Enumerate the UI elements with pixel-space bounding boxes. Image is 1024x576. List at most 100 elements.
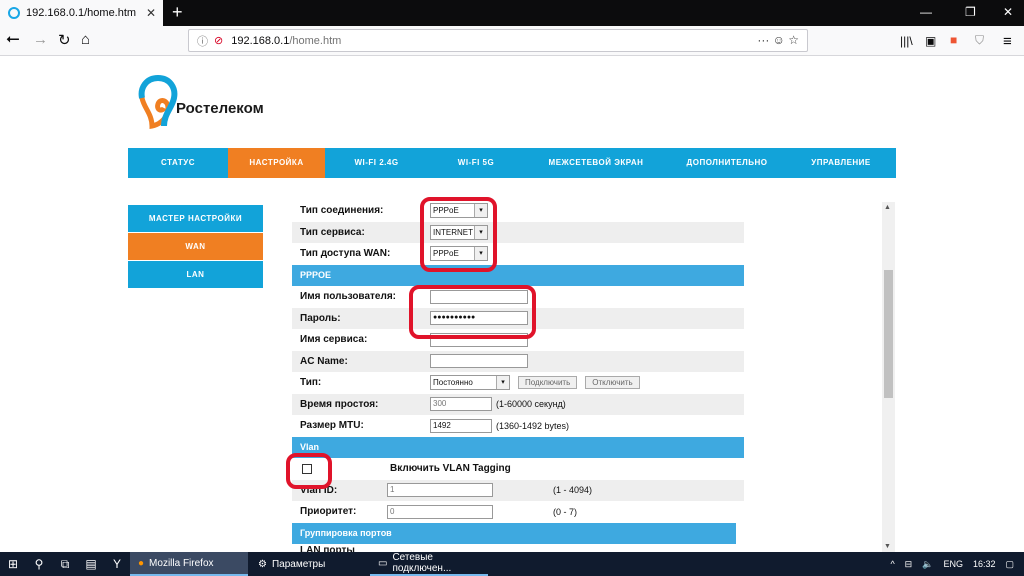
priority-label: Приоритет:	[300, 506, 357, 518]
bookmark-icon[interactable]: ■	[950, 33, 957, 47]
minimize-icon[interactable]: —	[920, 5, 932, 19]
gear-icon: ⚙	[258, 558, 267, 570]
brand-name: Ростелеком	[176, 100, 264, 117]
network-tray-icon[interactable]: ⊟	[905, 559, 913, 570]
close-window-icon[interactable]: ✕	[1003, 5, 1013, 19]
vlan-id-field[interactable]: 1	[387, 483, 493, 498]
volume-icon[interactable]: 🔈	[922, 559, 933, 570]
sidebar-icon[interactable]: ▣	[925, 34, 936, 48]
row-ac-name: AC Name:	[292, 350, 744, 372]
chevron-down-icon: ▾	[496, 376, 509, 390]
home-icon[interactable]: ⌂	[81, 31, 90, 48]
vlan-enable-label: Включить VLAN Tagging	[390, 463, 511, 475]
url-host: 192.168.0.1	[231, 34, 290, 47]
info-icon[interactable]: ⓘ	[197, 33, 208, 49]
task-view-icon[interactable]: ⧉	[52, 557, 78, 572]
ac-name-field[interactable]	[430, 354, 528, 369]
idle-time-hint: (1-60000 секунд)	[496, 399, 566, 410]
clock[interactable]: 16:32	[973, 559, 996, 569]
highlight-connection-settings	[420, 197, 497, 272]
back-icon[interactable]: ⭠	[6, 29, 20, 49]
tab-advanced[interactable]: ДОПОЛНИТЕЛЬНО	[668, 148, 786, 178]
taskbar: ⊞ ⚲ ⧉ ▤ Y ● Mozilla Firefox ⚙ Параметры ▭ С…	[0, 552, 1024, 576]
taskbar-app-network[interactable]: ▭ Сетевые подключен...	[370, 552, 488, 576]
chevron-up-icon[interactable]: ^	[890, 559, 894, 569]
row-type: Тип: Постоянно ▾ Подключить Отключить	[292, 372, 744, 394]
wan-form: Тип соединения: PPPoE ▾ Тип сервиса: INTE…	[292, 200, 744, 556]
side-nav: МАСТЕР НАСТРОЙКИ WAN LAN	[128, 205, 263, 289]
yandex-icon[interactable]: Y	[104, 557, 130, 571]
service-name-label: Имя сервиса:	[300, 334, 368, 346]
scroll-thumb[interactable]	[884, 270, 893, 398]
scroll-down-icon[interactable]: ▼	[884, 543, 891, 550]
row-vlan-id: Vlan ID: 1 (1 - 4094)	[292, 479, 744, 501]
language-indicator[interactable]: ENG	[943, 559, 963, 569]
row-mtu: Размер MTU: 1492 (1360-1492 bytes)	[292, 415, 744, 437]
highlight-credentials	[409, 285, 536, 339]
mtu-field[interactable]: 1492	[430, 418, 492, 433]
taskbar-app-label: Сетевые подключен...	[392, 552, 452, 574]
sidebar-item-wan[interactable]: WAN	[128, 233, 263, 260]
reload-icon[interactable]: ↻	[58, 31, 71, 49]
idle-time-field[interactable]: 300	[430, 397, 492, 412]
taskbar-app-firefox[interactable]: ● Mozilla Firefox	[130, 552, 248, 576]
highlight-vlan-checkbox	[286, 453, 332, 489]
tab-title: 192.168.0.1/home.htm	[26, 7, 137, 19]
tab-settings[interactable]: НАСТРОЙКА	[228, 148, 325, 178]
windows-start-icon[interactable]: ⊞	[0, 557, 26, 571]
rostelecom-logo	[138, 75, 178, 130]
menu-icon[interactable]: ≡	[1003, 33, 1012, 50]
tab-bar: 192.168.0.1/home.htm ✕ + — ❐ ✕	[0, 0, 1024, 26]
favicon-icon	[8, 7, 20, 19]
type-select[interactable]: Постоянно ▾	[430, 375, 510, 391]
new-tab-icon[interactable]: +	[172, 2, 183, 23]
disconnect-button[interactable]: Отключить	[585, 376, 640, 390]
section-vlan: Vlan	[292, 436, 744, 458]
wan-access-label: Тип доступа WAN:	[300, 248, 391, 260]
section-pppoe: PPPOE	[292, 264, 744, 286]
restore-icon[interactable]: ❐	[965, 5, 976, 19]
type-label: Тип:	[300, 377, 322, 389]
search-icon[interactable]: ⚲	[26, 557, 52, 571]
url-path: /home.htm	[289, 34, 342, 47]
network-icon: ▭	[378, 557, 388, 569]
notifications-icon[interactable]: ▢	[1005, 559, 1014, 570]
shield-icon[interactable]: ⛉	[975, 33, 984, 48]
mtu-label: Размер MTU:	[300, 420, 364, 432]
priority-field[interactable]: 0	[387, 504, 493, 519]
ac-name-label: AC Name:	[300, 355, 348, 367]
connection-type-label: Тип соединения:	[300, 205, 384, 217]
taskbar-app-label: Параметры	[271, 558, 326, 570]
row-service-type: Тип сервиса: INTERNET ▾	[292, 221, 744, 243]
vlan-id-hint: (1 - 4094)	[553, 485, 593, 496]
row-idle-time: Время простоя: 300 (1-60000 секунд)	[292, 393, 744, 415]
service-type-label: Тип сервиса:	[300, 226, 365, 238]
priority-hint: (0 - 7)	[553, 506, 578, 517]
main-nav: СТАТУС НАСТРОЙКА WI-FI 2.4G WI-FI 5G МЕЖ…	[128, 148, 896, 178]
tab-wifi-5[interactable]: WI-FI 5G	[428, 148, 524, 178]
insecure-icon: ⊘	[214, 35, 224, 47]
library-icon[interactable]: |||\	[900, 34, 913, 48]
sidebar-item-lan[interactable]: LAN	[128, 261, 263, 288]
browser-tab[interactable]: 192.168.0.1/home.htm ✕	[0, 0, 163, 26]
system-tray: ^ ⊟ 🔈 ENG 16:32 ▢	[890, 559, 1024, 570]
sidebar-item-wizard[interactable]: МАСТЕР НАСТРОЙКИ	[128, 205, 263, 232]
idle-time-label: Время простоя:	[300, 398, 379, 410]
forward-icon[interactable]: →	[33, 31, 48, 48]
tab-status[interactable]: СТАТУС	[128, 148, 228, 178]
section-port-group: Группировка портов	[292, 522, 736, 544]
tab-firewall[interactable]: МЕЖСЕТЕВОЙ ЭКРАН	[524, 148, 668, 178]
file-explorer-icon[interactable]: ▤	[78, 557, 104, 571]
firefox-icon: ●	[138, 557, 145, 569]
page-actions[interactable]: ··· ☺ ☆	[757, 33, 799, 47]
tab-wifi-24[interactable]: WI-FI 2.4G	[325, 148, 428, 178]
connect-button[interactable]: Подключить	[518, 376, 578, 390]
scroll-up-icon[interactable]: ▲	[884, 204, 891, 211]
close-tab-icon[interactable]: ✕	[146, 6, 156, 20]
row-connection-type: Тип соединения: PPPoE ▾	[292, 200, 744, 222]
taskbar-app-settings[interactable]: ⚙ Параметры	[250, 552, 368, 576]
tab-management[interactable]: УПРАВЛЕНИЕ	[786, 148, 896, 178]
url-bar[interactable]: ⓘ ⊘ 192.168.0.1/home.htm ··· ☺ ☆	[188, 29, 808, 52]
row-wan-access: Тип доступа WAN: PPPoE ▾	[292, 243, 744, 265]
page-scrollbar[interactable]: ▲ ▼	[882, 202, 895, 552]
